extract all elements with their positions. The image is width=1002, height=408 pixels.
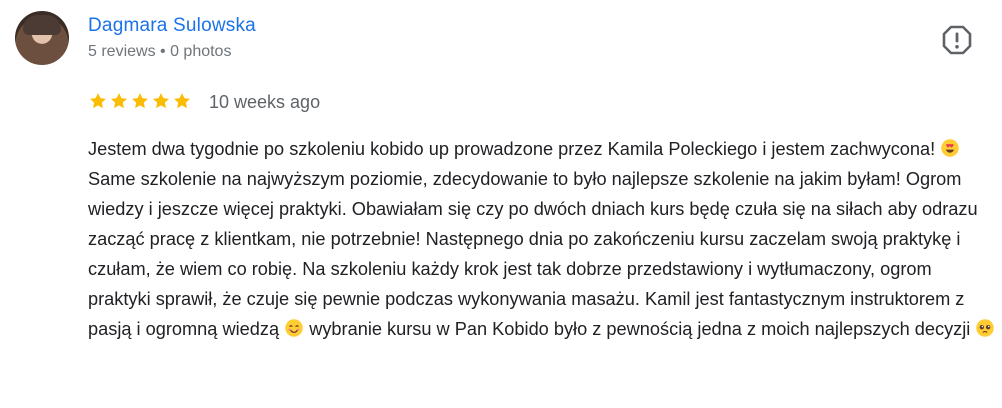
star-icon	[132, 93, 148, 109]
reviewer-name[interactable]: Dagmara Sulowska	[88, 15, 256, 37]
reviewer-meta: 5 reviews • 0 photos	[88, 43, 232, 60]
pleading-face-emoji	[976, 319, 995, 337]
smiling-blush-emoji	[285, 319, 303, 337]
star-icon	[90, 93, 106, 109]
report-button[interactable]	[940, 23, 974, 57]
star-icon	[174, 93, 190, 109]
review-text-part-3: wybranie kursu w Pan Kobido było z pewno…	[304, 319, 976, 339]
report-octagon-icon	[942, 25, 972, 55]
review-text: Jestem dwa tygodnie po szkoleniu kobido …	[88, 134, 998, 344]
review-text-part-1: Jestem dwa tygodnie po szkoleniu kobido …	[88, 139, 941, 159]
reviewer-avatar[interactable]	[15, 11, 69, 65]
rating-stars	[88, 91, 192, 111]
review-text-part-2: Same szkolenie na najwyższym poziomie, z…	[88, 139, 983, 339]
heart-eyes-emoji	[941, 139, 959, 157]
star-icon	[111, 93, 127, 109]
star-icon	[153, 93, 169, 109]
avatar-hair	[23, 15, 61, 35]
review-date: 10 weeks ago	[209, 92, 321, 112]
